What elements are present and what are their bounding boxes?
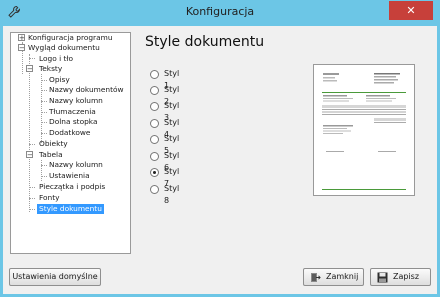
collapse-icon[interactable]: − — [18, 44, 25, 52]
tree-item-konfiguracja-programu[interactable]: Konfiguracja programu — [28, 33, 113, 43]
radio-label: Styl 8 — [164, 184, 180, 205]
door-exit-icon — [311, 273, 321, 282]
page-title: Style dokumentu — [145, 34, 265, 50]
title-bar[interactable]: Konfiguracja ✕ — [0, 0, 440, 26]
expand-icon[interactable]: + — [18, 34, 25, 42]
document-thumbnail — [322, 73, 406, 190]
radio-button-checked[interactable] — [150, 168, 159, 177]
close-icon: ✕ — [406, 4, 416, 17]
tree-item-tlumaczenia[interactable]: Tłumaczenia — [49, 107, 96, 117]
collapse-icon[interactable]: − — [26, 151, 33, 159]
radio-button[interactable] — [150, 185, 159, 194]
save-button-label: Zapisz — [393, 272, 420, 281]
close-window-button[interactable]: ✕ — [389, 1, 433, 20]
tree-item-fonty[interactable]: Fonty — [39, 193, 59, 203]
tree-item-nazwy-kolumn[interactable]: Nazwy kolumn — [49, 96, 103, 106]
tree-item-wyglad-dokumentu[interactable]: Wygląd dokumentu — [28, 43, 100, 53]
tree-item-dolna-stopka[interactable]: Dolna stopka — [49, 117, 97, 127]
dialog-window: Konfiguracja ✕ + Konfiguracja programu −… — [0, 0, 440, 297]
tree-item-dodatkowe[interactable]: Dodatkowe — [49, 128, 90, 138]
style-preview-image — [313, 64, 415, 196]
tree-item-style-dokumentu[interactable]: Style dokumentu — [37, 204, 104, 214]
tree-item-pieczatka-i-podpis[interactable]: Pieczątka i podpis — [39, 182, 105, 192]
defaults-button[interactable]: Ustawienia domyślne — [9, 268, 101, 286]
settings-tree[interactable]: + Konfiguracja programu − Wygląd dokumen… — [10, 32, 131, 254]
radio-button[interactable] — [150, 102, 159, 111]
radio-button[interactable] — [150, 86, 159, 95]
floppy-disk-icon — [377, 272, 388, 283]
tree-item-obiekty[interactable]: Obiekty — [39, 139, 68, 149]
radio-button[interactable] — [150, 70, 159, 79]
tree-item-tabela[interactable]: Tabela — [39, 150, 63, 160]
collapse-icon[interactable]: − — [26, 65, 33, 73]
close-button-label: Zamknij — [326, 272, 359, 281]
dialog-client-area: + Konfiguracja programu − Wygląd dokumen… — [3, 26, 437, 294]
save-button[interactable]: Zapisz — [370, 268, 431, 286]
close-button[interactable]: Zamknij — [303, 268, 364, 286]
tree-item-teksty[interactable]: Teksty — [39, 64, 62, 74]
window-title: Konfiguracja — [185, 5, 255, 18]
tree-item-opisy[interactable]: Opisy — [49, 75, 70, 85]
radio-button[interactable] — [150, 119, 159, 128]
defaults-button-label: Ustawienia domyślne — [12, 272, 98, 281]
tree-item-nazwy-dokumentow[interactable]: Nazwy dokumentów — [49, 85, 124, 95]
radio-button[interactable] — [150, 152, 159, 161]
tree-item-ustawienia[interactable]: Ustawienia — [49, 171, 90, 181]
tree-item-tabela-nazwy-kolumn[interactable]: Nazwy kolumn — [49, 160, 103, 170]
tree-item-logo-i-tlo[interactable]: Logo i tło — [39, 54, 73, 64]
radio-button[interactable] — [150, 135, 159, 144]
